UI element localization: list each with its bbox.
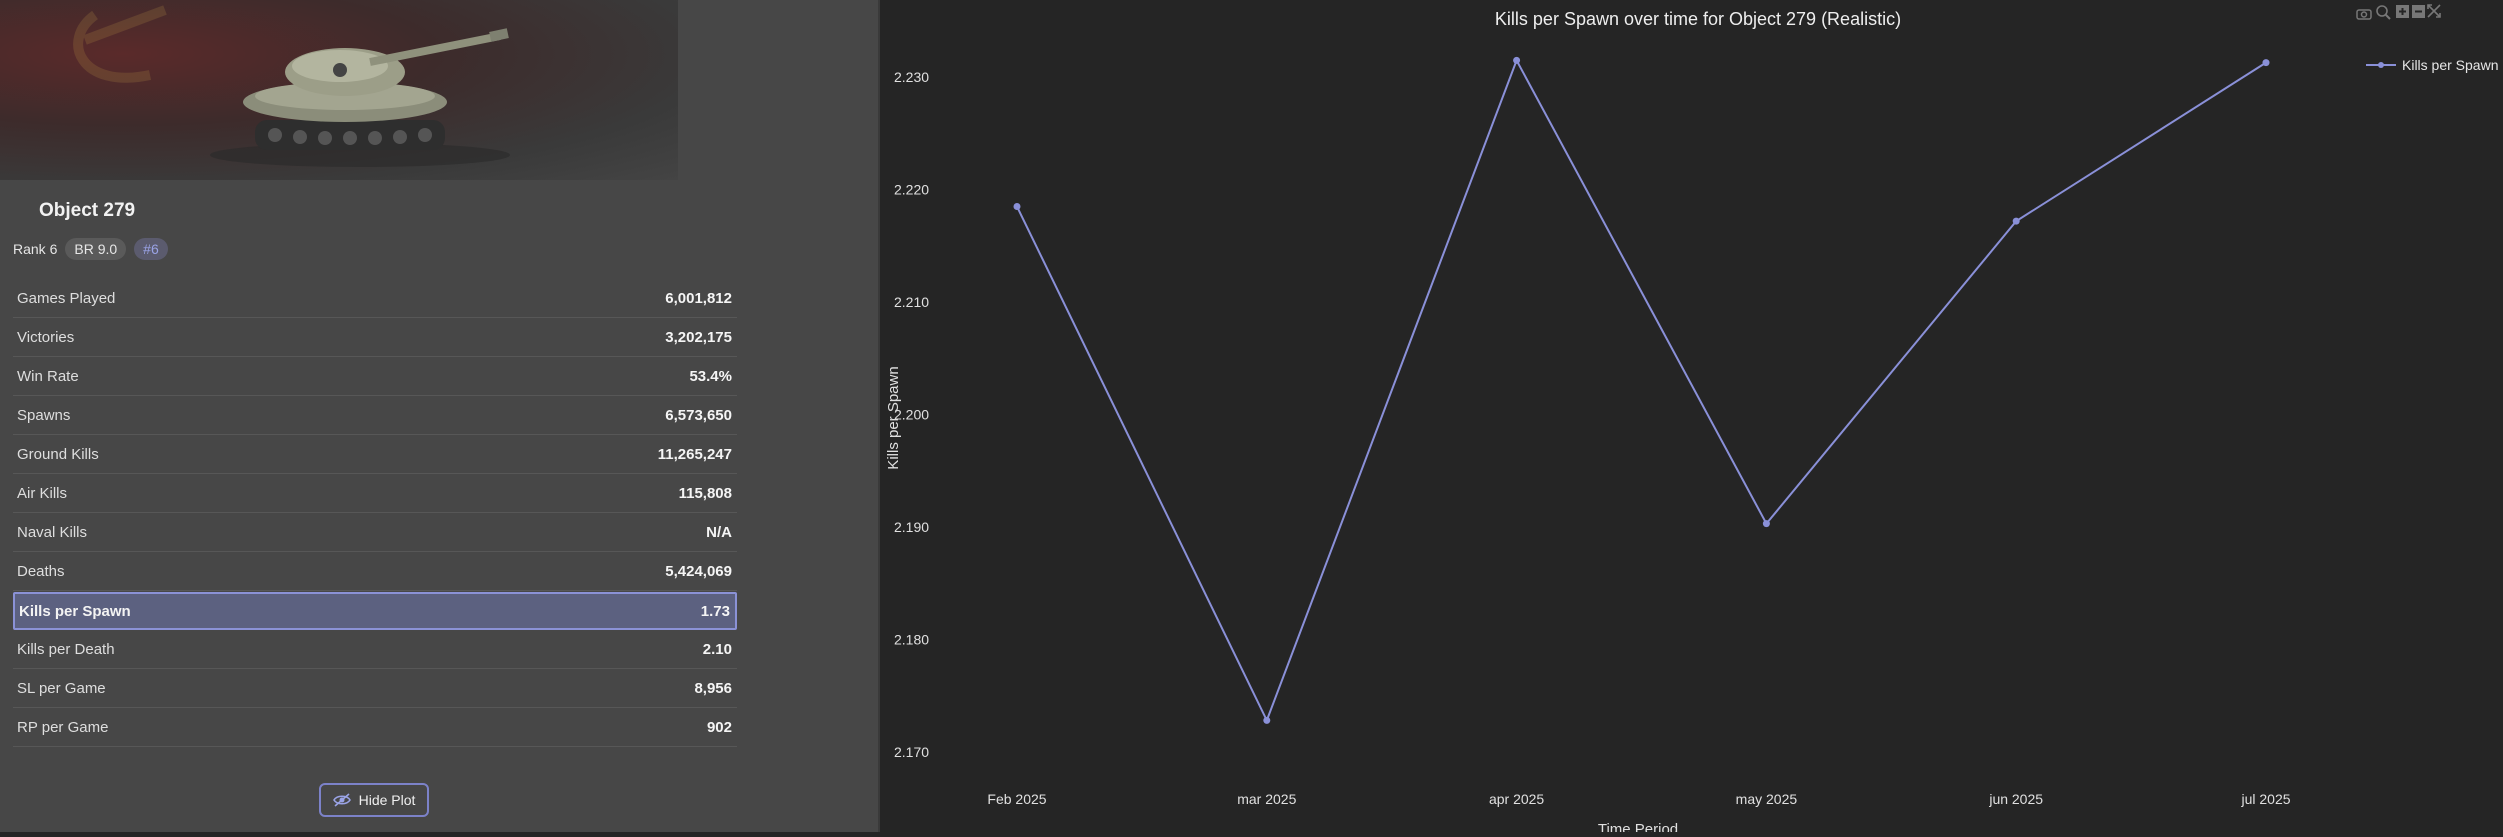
chart-title: Kills per Spawn over time for Object 279…	[1495, 9, 1901, 29]
stat-value: 5,424,069	[665, 563, 732, 580]
stat-row-games-played[interactable]: Games Played 6,001,812	[13, 280, 737, 318]
x-tick-label: apr 2025	[1489, 791, 1544, 807]
y-tick-label: 2.230	[894, 69, 929, 85]
stat-label: SL per Game	[17, 680, 106, 697]
hide-plot-button[interactable]: Hide Plot	[319, 783, 429, 817]
stat-value: 6,001,812	[665, 290, 732, 307]
legend-label: Kills per Spawn	[2402, 57, 2499, 73]
data-point[interactable]	[2012, 217, 2020, 225]
x-tick-label: jun 2025	[1988, 791, 2043, 807]
stat-row-spawns[interactable]: Spawns 6,573,650	[13, 397, 737, 435]
data-point[interactable]	[1263, 716, 1271, 724]
stat-row-air-kills[interactable]: Air Kills 115,808	[13, 475, 737, 513]
y-tick-label: 2.170	[894, 744, 929, 760]
vehicle-name: Object 279	[39, 200, 136, 221]
x-tick-label: jul 2025	[2240, 791, 2290, 807]
zoom-in-icon[interactable]	[2396, 5, 2409, 18]
legend[interactable]: Kills per Spawn	[2366, 57, 2499, 73]
stat-value: N/A	[706, 524, 732, 541]
stat-value: 53.4%	[689, 368, 732, 385]
modebar	[2356, 4, 2441, 20]
line-chart[interactable]: Kills per Spawn over time for Object 279…	[880, 0, 2503, 837]
x-tick-label: Feb 2025	[987, 791, 1046, 807]
stat-label: Deaths	[17, 563, 65, 580]
stats-panel: Object 279 Rank 6 BR 9.0 #6 Games Played…	[0, 0, 880, 832]
stats-table: Games Played 6,001,812 Victories 3,202,175 W…	[13, 280, 737, 748]
y-tick-label: 2.210	[894, 294, 929, 310]
stat-value: 6,573,650	[665, 407, 732, 424]
stat-row-win-rate[interactable]: Win Rate 53.4%	[13, 358, 737, 396]
stat-value: 902	[706, 719, 732, 736]
vehicle-badges: Rank 6 BR 9.0 #6	[13, 238, 168, 260]
stat-row-deaths[interactable]: Deaths 5,424,069	[13, 553, 737, 591]
br-badge: BR 9.0	[65, 238, 127, 260]
stat-row-kills-per-death[interactable]: Kills per Death 2.10	[13, 631, 737, 669]
stat-row-kills-per-spawn[interactable]: Kills per Spawn 1.73	[13, 592, 737, 630]
stat-value: 11,265,247	[657, 446, 732, 463]
y-axis-label: Kills per Spawn	[885, 366, 902, 469]
stat-row-sl-per-game[interactable]: SL per Game 8,956	[13, 670, 737, 708]
data-point[interactable]	[2262, 59, 2270, 67]
stat-label: Kills per Spawn	[19, 602, 131, 620]
y-tick-label: 2.190	[894, 519, 929, 535]
stat-row-victories[interactable]: Victories 3,202,175	[13, 319, 737, 357]
stat-label: Games Played	[17, 290, 116, 307]
camera-icon[interactable]	[2356, 9, 2372, 20]
stat-value: 8,956	[694, 680, 732, 697]
stat-label: Win Rate	[17, 368, 79, 385]
stat-label: Air Kills	[17, 485, 68, 502]
rank-label: Rank 6	[13, 241, 58, 257]
data-point[interactable]	[1513, 56, 1521, 64]
x-tick-label: mar 2025	[1237, 791, 1296, 807]
data-point[interactable]	[1013, 203, 1021, 211]
stat-value: 115,808	[678, 485, 732, 502]
eye-off-icon	[332, 793, 351, 807]
stat-label: Victories	[17, 329, 75, 346]
y-tick-label: 2.180	[894, 631, 929, 647]
stat-label: Kills per Death	[17, 641, 115, 658]
hide-plot-label: Hide Plot	[358, 792, 416, 808]
position-badge: #6	[134, 238, 168, 260]
zoom-icon[interactable]	[2376, 5, 2391, 20]
stat-label: Naval Kills	[17, 524, 88, 541]
stat-value: 3,202,175	[665, 329, 732, 346]
vehicle-image	[73, 5, 510, 167]
stat-value: 1.73	[700, 602, 730, 620]
series-line[interactable]	[1016, 57, 2267, 723]
stat-value: 2.10	[702, 641, 732, 658]
zoom-out-icon[interactable]	[2412, 5, 2425, 18]
x-axis-label: Time Period	[1598, 821, 1678, 832]
x-tick-label: may 2025	[1736, 791, 1798, 807]
stat-label: RP per Game	[17, 719, 109, 736]
vehicle-banner	[0, 0, 678, 180]
stat-row-naval-kills[interactable]: Naval Kills N/A	[13, 514, 737, 552]
stat-label: Ground Kills	[17, 446, 99, 463]
chart-container: Kills per Spawn over time for Object 279…	[880, 0, 2503, 837]
stat-row-ground-kills[interactable]: Ground Kills 11,265,247	[13, 436, 737, 474]
legend-marker	[2378, 62, 2384, 68]
autoscale-icon[interactable]	[2427, 4, 2441, 18]
stat-label: Spawns	[17, 407, 71, 424]
data-point[interactable]	[1762, 520, 1770, 528]
stat-row-rp-per-game[interactable]: RP per Game 902	[13, 709, 737, 747]
y-tick-label: 2.220	[894, 182, 929, 198]
